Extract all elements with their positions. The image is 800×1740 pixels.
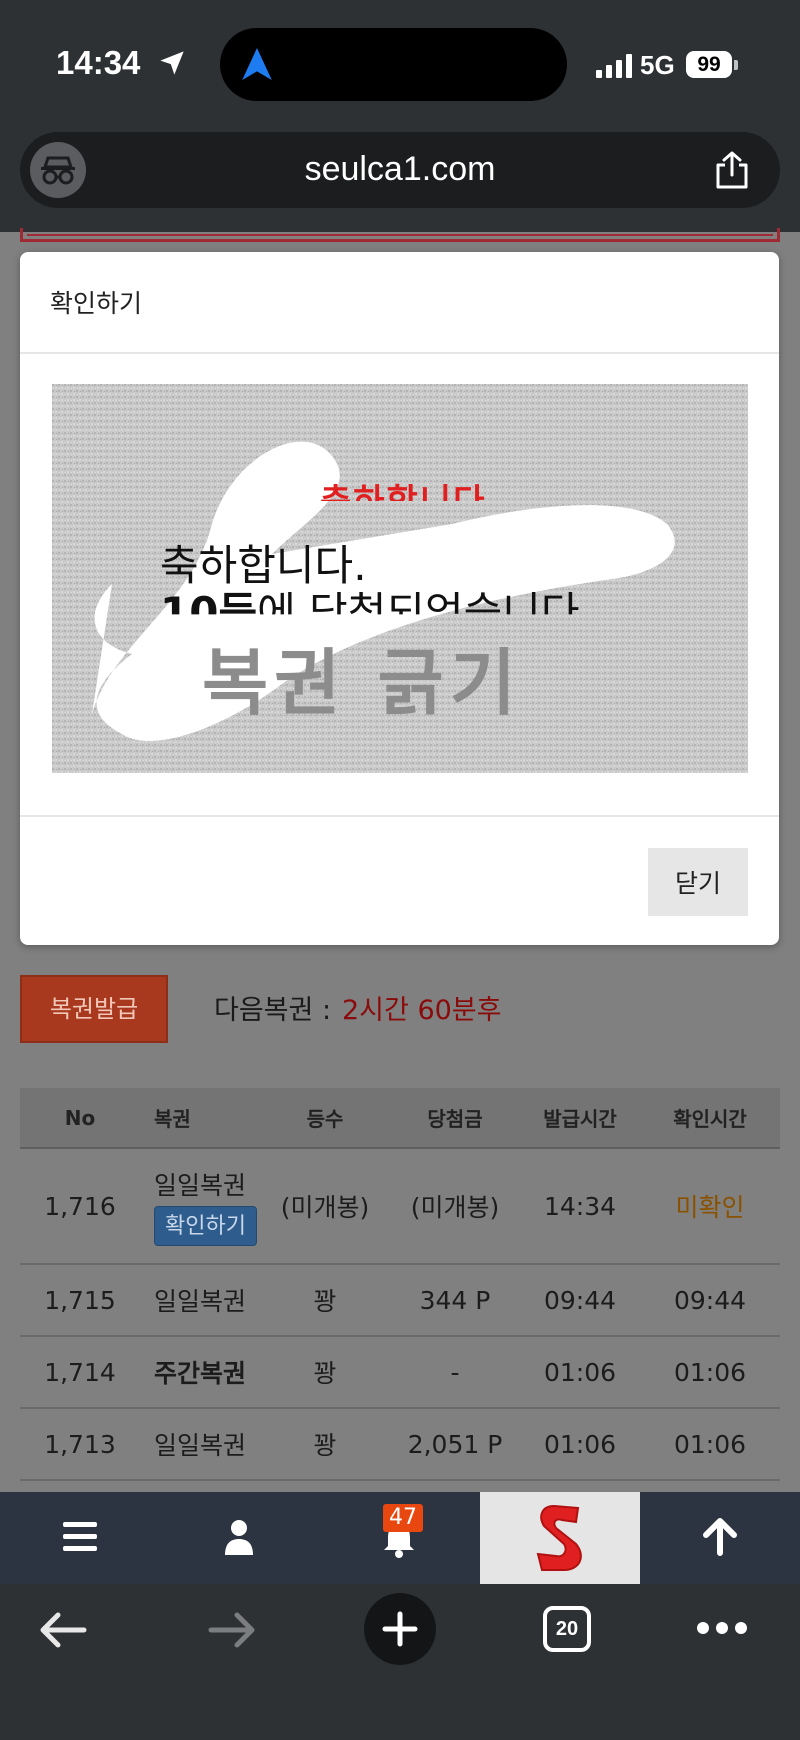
share-icon[interactable] bbox=[712, 150, 752, 190]
network-type: 5G bbox=[640, 50, 675, 80]
tab-count: 20 bbox=[555, 1618, 579, 1640]
row-no: 1,713 bbox=[20, 1408, 140, 1481]
next-lottery-label: 다음복권 : bbox=[214, 995, 332, 1026]
forward-arrow-icon[interactable] bbox=[207, 1610, 257, 1650]
close-button[interactable]: 닫기 bbox=[648, 848, 748, 916]
column-header-issued: 발급시간 bbox=[520, 1088, 640, 1149]
row-rank: 꽝 bbox=[260, 1408, 390, 1481]
table-row: 1,715 일일복권 꽝 344 P 09:44 09:44 bbox=[20, 1264, 780, 1337]
address-bar[interactable]: seulca1.com bbox=[20, 132, 780, 208]
confirm-modal: 확인하기 축하합니다 복권 긁기 축하합니다. 10등에 당첨되었습니다 닫기 bbox=[20, 252, 779, 945]
navigation-arrow-icon bbox=[242, 48, 272, 80]
battery-icon: 99 bbox=[686, 51, 732, 78]
row-issued: 01:06 bbox=[520, 1408, 640, 1481]
row-rank: 꽝 bbox=[260, 1264, 390, 1337]
row-no: 1,715 bbox=[20, 1264, 140, 1337]
site-bottom-nav: 47 bbox=[0, 1492, 800, 1584]
table-row: 1,714 주간복권 꽝 - 01:06 01:06 bbox=[20, 1336, 780, 1409]
row-issued: 14:34 bbox=[520, 1148, 640, 1265]
status-time: 14:34 bbox=[56, 44, 141, 81]
tabs-button[interactable]: 20 bbox=[543, 1606, 591, 1652]
row-issued: 09:44 bbox=[520, 1264, 640, 1337]
row-prize: (미개봉) bbox=[390, 1148, 520, 1265]
nav-home-logo-button[interactable] bbox=[480, 1492, 640, 1584]
modal-divider bbox=[20, 352, 779, 354]
arrow-up-icon bbox=[703, 1518, 737, 1556]
location-arrow-icon bbox=[160, 51, 184, 75]
table-row: 1,716 일일복권 확인하기 (미개봉) (미개봉) 14:34 미확인 bbox=[20, 1148, 780, 1265]
row-issued: 01:06 bbox=[520, 1336, 640, 1409]
row-ticket-cell: 일일복권 확인하기 bbox=[140, 1148, 260, 1265]
row-ticket: 주간복권 bbox=[140, 1336, 260, 1409]
modal-title: 확인하기 bbox=[50, 289, 143, 318]
more-options-icon[interactable] bbox=[696, 1620, 748, 1636]
row-checked: 01:06 bbox=[640, 1408, 780, 1481]
column-header-ticket: 복권 bbox=[140, 1088, 260, 1149]
dynamic-island bbox=[220, 28, 567, 101]
row-checked: 01:06 bbox=[640, 1336, 780, 1409]
column-header-checked: 확인시간 bbox=[640, 1088, 780, 1149]
row-ticket: 일일복권 bbox=[140, 1264, 260, 1337]
column-header-prize: 당첨금 bbox=[390, 1088, 520, 1149]
browser-toolbar: 20 bbox=[0, 1584, 800, 1740]
confirm-ticket-button[interactable]: 확인하기 bbox=[154, 1206, 257, 1246]
row-ticket: 일일복권 bbox=[154, 1171, 247, 1200]
issue-lottery-button[interactable]: 복권발급 bbox=[20, 975, 168, 1043]
nav-scroll-top-button[interactable] bbox=[640, 1492, 800, 1584]
row-checked: 09:44 bbox=[640, 1264, 780, 1337]
user-icon bbox=[225, 1520, 253, 1555]
browser-address-area: seulca1.com bbox=[0, 118, 800, 232]
url-text: seulca1.com bbox=[304, 150, 496, 188]
row-ticket: 일일복권 bbox=[140, 1408, 260, 1481]
page-banner-frame bbox=[20, 228, 780, 242]
scratch-watermark: 복권 긁기 bbox=[202, 641, 523, 725]
notification-count-badge: 47 bbox=[383, 1504, 423, 1532]
scratch-card[interactable]: 축하합니다 복권 긁기 축하합니다. 10등에 당첨되었습니다 bbox=[52, 384, 748, 773]
row-no: 1,714 bbox=[20, 1336, 140, 1409]
new-tab-button[interactable] bbox=[364, 1593, 436, 1665]
plus-icon bbox=[382, 1611, 418, 1647]
column-header-no: No bbox=[20, 1088, 140, 1149]
status-bar: 14:34 5G 99 bbox=[0, 0, 800, 118]
signal-icon bbox=[596, 54, 632, 78]
table-header-row: No 복권 등수 당첨금 발급시간 확인시간 bbox=[20, 1088, 780, 1149]
lottery-history-table: No 복권 등수 당첨금 발급시간 확인시간 1,716 일일복권 확인하기 (… bbox=[20, 1088, 780, 1481]
column-header-rank: 등수 bbox=[260, 1088, 390, 1149]
table-row: 1,713 일일복권 꽝 2,051 P 01:06 01:06 bbox=[20, 1408, 780, 1481]
row-prize: 344 P bbox=[390, 1264, 520, 1337]
modal-divider bbox=[20, 815, 779, 817]
site-logo-icon bbox=[536, 1504, 582, 1571]
row-rank: 꽝 bbox=[260, 1336, 390, 1409]
row-no: 1,716 bbox=[20, 1148, 140, 1265]
nav-profile-button[interactable] bbox=[160, 1492, 320, 1584]
row-checked-status: 미확인 bbox=[640, 1148, 780, 1265]
row-rank: (미개봉) bbox=[260, 1148, 390, 1265]
back-arrow-icon[interactable] bbox=[38, 1610, 88, 1650]
nav-menu-button[interactable] bbox=[0, 1492, 160, 1584]
menu-icon bbox=[63, 1522, 97, 1551]
row-prize: - bbox=[390, 1336, 520, 1409]
next-lottery-time: 2시간 60분후 bbox=[342, 995, 502, 1026]
row-prize: 2,051 P bbox=[390, 1408, 520, 1481]
battery-tip bbox=[734, 60, 738, 70]
